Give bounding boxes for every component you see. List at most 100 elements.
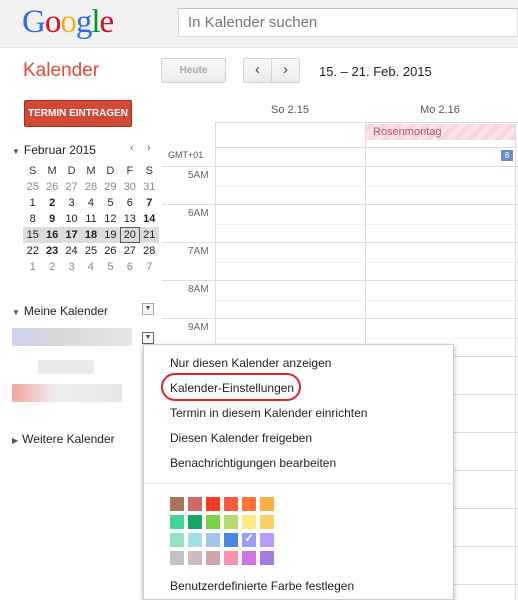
menu-item-edit-notifications[interactable]: Benachrichtigungen bearbeiten	[170, 456, 336, 470]
color-swatch[interactable]	[242, 551, 256, 565]
mini-calendar-day[interactable]: 19	[100, 227, 121, 243]
week-row[interactable]: 22 23 24 25 26 27 28	[23, 243, 159, 259]
day-header-monday[interactable]: Mo 2.16	[365, 104, 515, 116]
search-input[interactable]	[178, 8, 518, 37]
my-calendars-dropdown-icon[interactable]: ▼	[142, 303, 154, 315]
mini-calendar-day[interactable]: 21	[139, 227, 159, 243]
mini-calendar-day[interactable]: 28	[140, 243, 159, 259]
color-swatch[interactable]	[188, 515, 202, 529]
all-day-event[interactable]: Rosenmontag	[365, 124, 515, 140]
mini-calendar-day[interactable]: 17	[61, 227, 82, 243]
next-period-button[interactable]: ›	[271, 58, 300, 83]
mini-calendar-title[interactable]: ▼ Februar 2015	[12, 143, 96, 157]
week-row[interactable]: 1234567	[23, 195, 159, 211]
mini-calendar-day[interactable]: 2	[42, 195, 61, 211]
color-swatch[interactable]	[224, 533, 238, 547]
mini-calendar-day[interactable]: 22	[23, 243, 42, 259]
color-swatch[interactable]	[170, 551, 184, 565]
calendar-entry-blurred[interactable]	[12, 328, 132, 346]
today-button[interactable]: Heute	[161, 58, 226, 83]
week-row[interactable]: 15 16 17 18 19 20 21	[23, 227, 159, 243]
mini-calendar-day[interactable]: 25	[81, 243, 100, 259]
menu-item-custom-color[interactable]: Benutzerdefinierte Farbe festlegen	[170, 579, 354, 593]
mini-calendar-day[interactable]: 31	[140, 179, 159, 195]
mini-calendar-day[interactable]: 9	[42, 211, 61, 227]
calendar-entry-blurred[interactable]	[38, 360, 94, 374]
mini-calendar-day[interactable]: 3	[62, 259, 81, 275]
mini-calendar-day[interactable]: 5	[101, 259, 120, 275]
google-logo[interactable]: Google	[22, 4, 115, 41]
week-row[interactable]: 8 9 10 11 12 13 14	[23, 211, 159, 227]
mini-calendar-day[interactable]: 30	[120, 179, 139, 195]
mini-calendar-day[interactable]: 11	[81, 211, 100, 227]
color-swatch[interactable]	[242, 515, 256, 529]
mini-calendar-day[interactable]: 29	[101, 179, 120, 195]
color-swatch[interactable]	[260, 533, 274, 547]
color-swatch[interactable]	[260, 497, 274, 511]
mini-calendar-day[interactable]: 20	[120, 227, 140, 243]
previous-period-button[interactable]: ‹	[243, 58, 272, 83]
menu-item-show-only-this[interactable]: Nur diesen Kalender anzeigen	[170, 356, 331, 370]
mini-calendar-day[interactable]: 13	[120, 211, 139, 227]
menu-item-create-event[interactable]: Termin in diesem Kalender einrichten	[170, 406, 367, 420]
color-swatch[interactable]	[260, 551, 274, 565]
mini-calendar-day[interactable]: 25	[23, 179, 42, 195]
mini-calendar-day[interactable]: 27	[62, 179, 81, 195]
color-swatch[interactable]	[188, 551, 202, 565]
mini-calendar-day[interactable]: 23	[42, 243, 61, 259]
color-swatch[interactable]	[224, 551, 238, 565]
mini-calendar-day[interactable]: 4	[81, 259, 100, 275]
create-event-button[interactable]: TERMIN EINTRAGEN	[24, 100, 132, 127]
color-swatch[interactable]	[206, 497, 220, 511]
event-count-badge[interactable]: 8	[501, 150, 513, 161]
color-swatch[interactable]	[260, 515, 274, 529]
mini-calendar-day[interactable]: 28	[81, 179, 100, 195]
mini-calendar-day[interactable]: 26	[42, 179, 61, 195]
calendar-entry-blurred[interactable]	[12, 384, 122, 402]
mini-calendar-day[interactable]: 3	[62, 195, 81, 211]
mini-calendar-prev-button[interactable]: ‹	[130, 142, 134, 154]
mini-calendar-day[interactable]: 7	[140, 259, 159, 275]
color-swatch[interactable]	[206, 551, 220, 565]
mini-calendar-day[interactable]: 18	[81, 227, 101, 243]
mini-calendar-day[interactable]: 16	[42, 227, 62, 243]
color-swatch[interactable]	[188, 533, 202, 547]
my-calendars-header[interactable]: ▼ Meine Kalender	[12, 304, 108, 318]
mini-calendar-day[interactable]: 8	[23, 211, 42, 227]
weekday-row: SMDMDFS	[23, 163, 159, 179]
mini-calendar-day[interactable]: 7	[140, 195, 159, 211]
color-swatch[interactable]	[242, 497, 256, 511]
color-swatch[interactable]	[170, 515, 184, 529]
mini-calendar-day[interactable]: 10	[62, 211, 81, 227]
mini-calendar-day[interactable]: 15	[23, 227, 43, 243]
mini-calendar-day[interactable]: 6	[120, 195, 139, 211]
column-divider	[515, 122, 516, 600]
day-header-sunday[interactable]: So 2.15	[215, 104, 365, 116]
mini-calendar-day[interactable]: 6	[120, 259, 139, 275]
mini-calendar-day[interactable]: 24	[62, 243, 81, 259]
menu-item-share-calendar[interactable]: Diesen Kalender freigeben	[170, 431, 312, 445]
mini-calendar-day[interactable]: 5	[101, 195, 120, 211]
calendar-options-dropdown-icon[interactable]: ▼	[142, 332, 154, 344]
color-swatch[interactable]	[224, 515, 238, 529]
other-calendars-header[interactable]: ▶ Weitere Kalender	[12, 432, 115, 446]
color-swatch[interactable]	[206, 533, 220, 547]
color-swatch[interactable]	[170, 533, 184, 547]
mini-calendar-day[interactable]: 2	[42, 259, 61, 275]
mini-calendar-day[interactable]: 1	[23, 195, 42, 211]
week-row[interactable]: 1234567	[23, 259, 159, 275]
color-swatch[interactable]	[188, 497, 202, 511]
mini-calendar-next-button[interactable]: ›	[147, 142, 151, 154]
mini-calendar-day[interactable]: 1	[23, 259, 42, 275]
mini-calendar-day[interactable]: 27	[120, 243, 139, 259]
logo-letter: e	[99, 4, 115, 40]
mini-calendar-day[interactable]: 26	[101, 243, 120, 259]
mini-calendar-day[interactable]: 14	[140, 211, 159, 227]
color-swatch[interactable]	[206, 515, 220, 529]
mini-calendar-day[interactable]: 4	[81, 195, 100, 211]
color-swatch-selected[interactable]	[242, 531, 256, 547]
week-row[interactable]: 25 26 27 28 29 30 31	[23, 179, 159, 195]
color-swatch[interactable]	[224, 497, 238, 511]
mini-calendar-day[interactable]: 12	[101, 211, 120, 227]
color-swatch[interactable]	[170, 497, 184, 511]
